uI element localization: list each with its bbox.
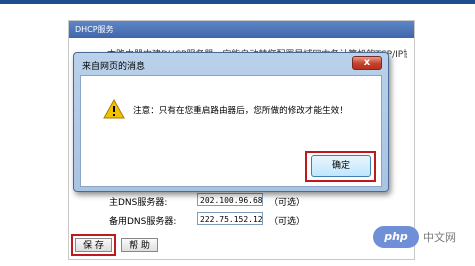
watermark: php 中文网 bbox=[373, 226, 473, 248]
primary-dns-input[interactable]: 202.100.96.68 bbox=[197, 193, 263, 206]
close-icon[interactable]: x bbox=[352, 56, 382, 70]
ok-button[interactable]: 确定 bbox=[311, 155, 371, 177]
secondary-dns-label: 备用DNS服务器: bbox=[109, 217, 177, 227]
secondary-dns-optional-note: （可选） bbox=[269, 217, 306, 227]
primary-dns-optional-note: （可选） bbox=[269, 198, 306, 208]
dialog-title: 来自网页的消息 bbox=[82, 62, 146, 72]
save-button[interactable]: 保 存 bbox=[75, 238, 112, 252]
dialog-body: 注意：只有在您重启路由器后，您所做的修改才能生效！ 确定 bbox=[80, 75, 382, 187]
top-accent-bar bbox=[0, 0, 475, 4]
message-dialog: 来自网页的消息 x 注意：只有在您重启路由器后，您所做的修改才能生效！ 确定 bbox=[73, 52, 389, 192]
help-button[interactable]: 帮 助 bbox=[121, 238, 158, 252]
watermark-text: 中文网 bbox=[423, 231, 456, 244]
panel-header: DHCP服务 bbox=[69, 21, 414, 38]
secondary-dns-input[interactable]: 222.75.152.129 bbox=[197, 212, 263, 225]
php-logo: php bbox=[373, 226, 419, 248]
warning-icon bbox=[103, 99, 125, 119]
primary-dns-label: 主DNS服务器: bbox=[109, 198, 168, 208]
dialog-message: 注意：只有在您重启路由器后，您所做的修改才能生效！ bbox=[133, 106, 348, 116]
